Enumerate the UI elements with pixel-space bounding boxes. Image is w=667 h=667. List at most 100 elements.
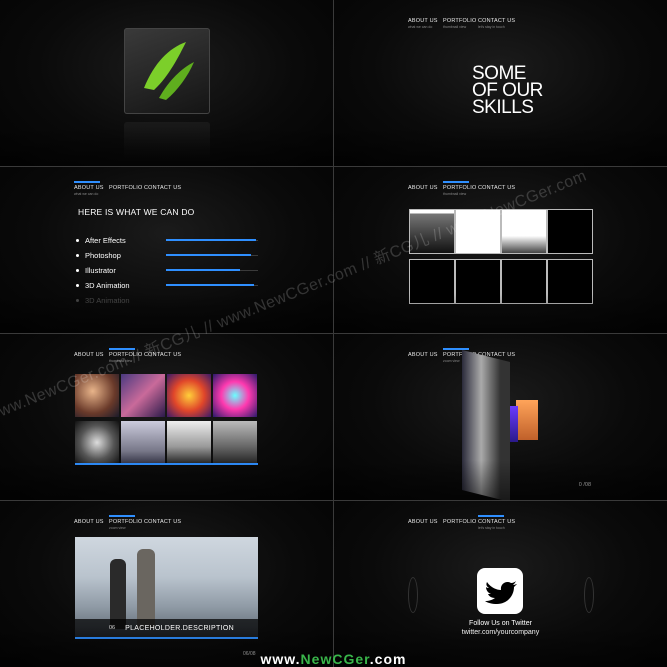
skill-label: After Effects — [85, 236, 126, 245]
portfolio-thumbnail[interactable] — [167, 374, 211, 417]
skill-level-bar — [166, 239, 256, 241]
panel-thumbnails-photos: ABOUT US PORTFOLIO thumbnail view CONTAC… — [0, 334, 333, 500]
nav-about[interactable]: ABOUT US — [408, 515, 443, 530]
nav-portfolio[interactable]: PORTFOLIO thumbnail view — [443, 181, 478, 196]
logo-reflection — [124, 122, 210, 160]
caption-text: PLACEHOLDER.DESCRIPTION — [125, 624, 234, 632]
nav-contact[interactable]: CONTACT US let's stay in touch — [478, 14, 515, 29]
nav-portfolio[interactable]: PORTFOLIO — [109, 181, 144, 196]
nav-contact[interactable]: CONTACT US — [144, 515, 182, 530]
zoomed-photo[interactable] — [462, 350, 510, 500]
nav-about-sub: what we can do — [74, 192, 99, 196]
divider — [0, 500, 667, 501]
thumbnail[interactable] — [409, 259, 455, 304]
skill-item-reflection: 3D Animation — [76, 293, 130, 308]
skill-label: Illustrator — [85, 266, 116, 275]
panel-services: ABOUT US what we can do PORTFOLIO CONTAC… — [0, 167, 333, 333]
nav-about-label: ABOUT US — [408, 352, 438, 358]
next-photo-preview[interactable] — [516, 400, 538, 440]
nav-contact-label: CONTACT US — [144, 185, 182, 191]
nav-portfolio-sub: thumbnail view — [443, 192, 467, 196]
panel-contact: ABOUT US PORTFOLIO CONTACT US let's stay… — [334, 501, 667, 667]
portfolio-thumbnail[interactable] — [167, 421, 211, 464]
photo-edge — [510, 406, 518, 442]
skill-list: After Effects Photoshop Illustrator 3D A… — [76, 233, 130, 308]
nav-contact[interactable]: CONTACT US — [144, 181, 182, 196]
panel-skills-title: ABOUT US what we can do PORTFOLIO thumbn… — [334, 0, 667, 166]
nav-about[interactable]: ABOUT US what we can do — [74, 181, 109, 196]
portfolio-thumbnail[interactable] — [75, 421, 119, 464]
leaf-icon — [144, 42, 194, 100]
footer-highlight: NewCGer — [300, 651, 370, 667]
logo — [124, 28, 210, 114]
skill-level-bar — [166, 254, 251, 256]
nav-about-label: ABOUT US — [408, 185, 438, 191]
thumbnail[interactable] — [455, 259, 501, 304]
skill-item: Photoshop — [76, 248, 130, 263]
nav-about-label: ABOUT US — [408, 18, 438, 24]
twitter-icon[interactable] — [477, 568, 523, 614]
skill-label: Photoshop — [85, 251, 121, 260]
nav-about[interactable]: ABOUT US what we can do — [408, 14, 443, 29]
skill-item: Illustrator — [76, 263, 130, 278]
nav-portfolio-label: PORTFOLIO — [109, 519, 143, 525]
nav-about-sub: what we can do — [408, 25, 433, 29]
nav-portfolio[interactable]: PORTFOLIO thumbnail view — [443, 14, 478, 29]
nav-contact[interactable]: CONTACT US let's stay in touch — [478, 515, 516, 530]
nav-menu: ABOUT US what we can do PORTFOLIO CONTAC… — [74, 181, 182, 196]
footer-prefix: www. — [260, 651, 301, 667]
nav-about-label: ABOUT US — [408, 519, 438, 525]
nav-contact-sub: let's stay in touch — [478, 25, 505, 29]
panel-logo — [0, 0, 333, 166]
portfolio-thumbnail[interactable] — [121, 374, 165, 417]
caption-bar: 06 PLACEHOLDER.DESCRIPTION — [75, 619, 258, 637]
nav-about[interactable]: ABOUT US — [408, 181, 443, 196]
nav-menu: ABOUT US PORTFOLIO thumbnail view CONTAC… — [408, 181, 515, 196]
nav-menu: ABOUT US PORTFOLIO zoom view CONTACT US — [74, 515, 182, 530]
caption-number: 06 — [109, 625, 116, 631]
nav-portfolio-label: PORTFOLIO — [443, 519, 477, 525]
nav-portfolio-sub: thumbnail view — [443, 25, 467, 29]
zoom-counter: 0 /08 — [578, 482, 591, 488]
skill-level-bar — [166, 284, 254, 286]
panel-zoom-view: ABOUT US PORTFOLIO zoom view CONTACT US … — [334, 334, 667, 500]
panel-portfolio-item: ABOUT US PORTFOLIO zoom view CONTACT US … — [0, 501, 333, 667]
skill-item: After Effects — [76, 233, 130, 248]
skill-label: 3D Animation — [85, 296, 130, 305]
nav-menu: ABOUT US PORTFOLIO CONTACT US let's stay… — [408, 515, 516, 530]
nav-portfolio-label: PORTFOLIO — [443, 185, 477, 191]
nav-about-label: ABOUT US — [74, 519, 104, 525]
skill-label: 3D Animation — [85, 281, 130, 290]
nav-about-label: ABOUT US — [74, 185, 104, 191]
nav-about[interactable]: ABOUT US — [408, 348, 443, 363]
nav-menu: ABOUT US what we can do PORTFOLIO thumbn… — [408, 14, 515, 29]
nav-portfolio[interactable]: PORTFOLIO zoom view — [109, 515, 144, 530]
footer-url: www.NewCGer.com — [0, 651, 667, 667]
nav-portfolio-label: PORTFOLIO — [109, 185, 143, 191]
side-icon-left — [408, 577, 418, 613]
portfolio-thumbnail[interactable] — [213, 421, 257, 464]
nav-portfolio-label: PORTFOLIO — [443, 18, 477, 24]
thumbnail[interactable] — [547, 209, 593, 254]
skills-title: SOME OF OUR SKILLS — [472, 64, 543, 118]
skill-level-bar — [166, 269, 240, 271]
nav-contact-label: CONTACT US — [478, 519, 516, 525]
skills-title-line: SKILLS — [472, 97, 534, 118]
nav-contact-label: CONTACT US — [144, 519, 182, 525]
portfolio-thumbnail[interactable] — [213, 374, 257, 417]
thumbnail[interactable] — [501, 259, 547, 304]
skill-item: 3D Animation — [76, 278, 130, 293]
nav-about[interactable]: ABOUT US — [74, 515, 109, 530]
portfolio-thumbnail[interactable] — [121, 421, 165, 464]
progress-bar — [75, 637, 258, 639]
divider — [0, 333, 667, 334]
footer-suffix: .com — [369, 651, 407, 667]
nav-portfolio-sub: zoom view — [109, 526, 126, 530]
preview-grid: ABOUT US what we can do PORTFOLIO thumbn… — [0, 0, 667, 667]
services-heading: HERE IS WHAT WE CAN DO — [78, 207, 195, 217]
nav-portfolio[interactable]: PORTFOLIO — [443, 515, 478, 530]
thumbnail[interactable] — [547, 259, 593, 304]
twitter-url[interactable]: twitter.com/yourcompany — [334, 629, 667, 636]
follow-text: Follow Us on Twitter — [469, 620, 532, 627]
nav-contact-sub: let's stay in touch — [478, 526, 505, 530]
